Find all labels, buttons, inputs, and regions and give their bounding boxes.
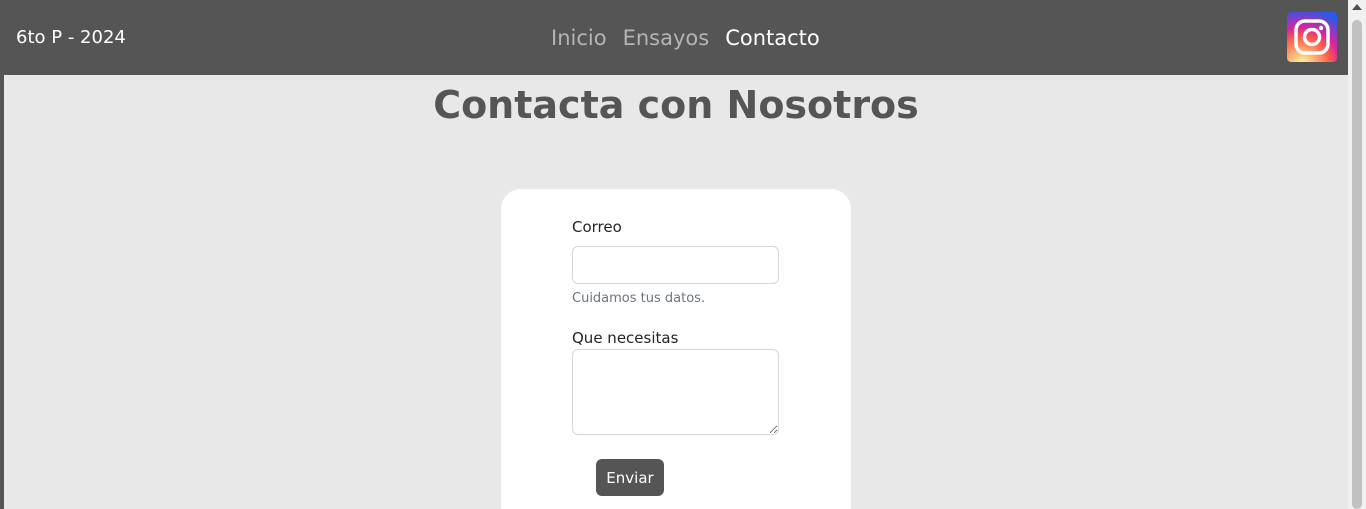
- scroll-up-arrow-icon[interactable]: [1352, 4, 1362, 10]
- email-label: Correo: [572, 218, 622, 236]
- left-border: [0, 0, 4, 509]
- page: 6to P - 2024 Inicio Ensayos Contacto Con…: [0, 0, 1366, 509]
- message-label: Que necesitas: [572, 329, 679, 347]
- email-field[interactable]: [572, 246, 779, 284]
- submit-button[interactable]: Enviar: [596, 459, 664, 496]
- scrollbar[interactable]: [1348, 0, 1366, 509]
- contact-form-card: Correo Cuidamos tus datos. Que necesitas…: [501, 189, 851, 509]
- scrollbar-thumb[interactable]: [1352, 20, 1362, 509]
- instagram-icon[interactable]: [1287, 12, 1337, 62]
- nav-link-inicio[interactable]: Inicio: [551, 24, 607, 52]
- nav-links: Inicio Ensayos Contacto: [551, 24, 820, 52]
- nav-link-ensayos[interactable]: Ensayos: [623, 24, 710, 52]
- page-title: Contacta con Nosotros: [433, 83, 919, 127]
- brand-title[interactable]: 6to P - 2024: [16, 26, 126, 50]
- navbar: 6to P - 2024 Inicio Ensayos Contacto: [0, 0, 1348, 75]
- nav-link-contacto[interactable]: Contacto: [725, 24, 820, 52]
- email-help-text: Cuidamos tus datos.: [572, 291, 706, 306]
- message-field[interactable]: [572, 349, 779, 435]
